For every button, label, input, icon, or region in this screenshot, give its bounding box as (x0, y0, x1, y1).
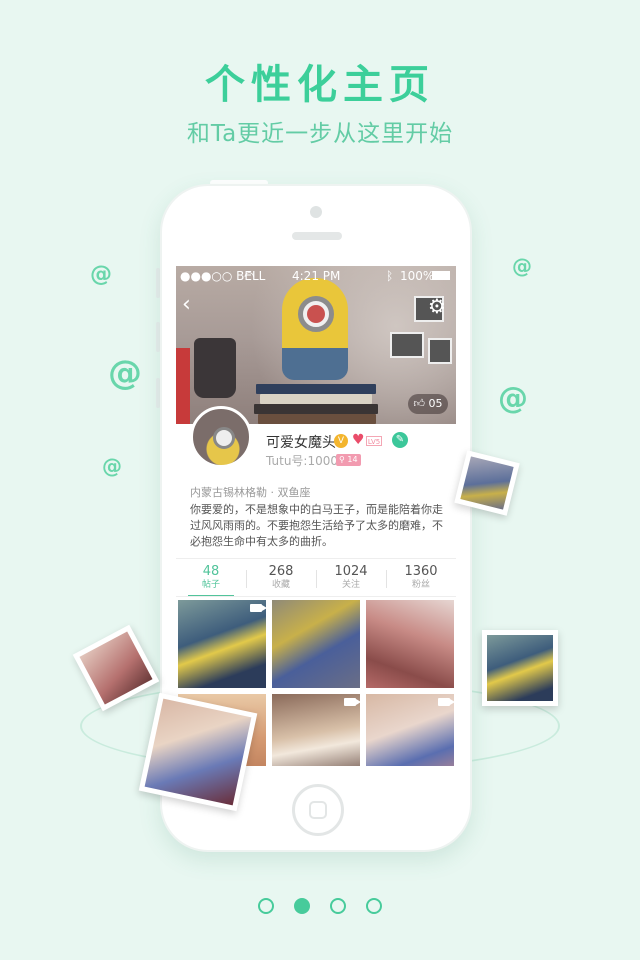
profile-place: 内蒙古锡林格勒 · 双鱼座 (190, 486, 311, 499)
cover-decor (256, 384, 376, 394)
cover-decor (260, 394, 372, 404)
cover-decor (176, 348, 190, 424)
page-title: 个性化主页 (205, 62, 435, 108)
cover-decor (258, 414, 376, 424)
stat-posts[interactable]: 48 帖子 (176, 564, 246, 597)
thumbs-up-icon: 👍︎ (413, 397, 426, 410)
video-icon (250, 604, 266, 612)
stat-following[interactable]: 1024 关注 (316, 564, 386, 596)
photo-image (487, 635, 553, 701)
floating-photo (482, 630, 558, 706)
stat-label: 收藏 (271, 580, 290, 590)
page-dot[interactable] (366, 898, 382, 914)
location-badge-count: 14 (347, 455, 358, 464)
status-bar: ●●●○○ BELL ◠ 4:21 PM ᛒ 100% (176, 266, 456, 286)
pencil-icon: ✎ (395, 434, 405, 445)
page-indicator (0, 898, 640, 914)
swirl-decoration: @ (512, 254, 532, 278)
stat-label: 帖子 (201, 580, 220, 590)
video-icon (438, 698, 454, 706)
like-button[interactable]: 👍︎ 05 (408, 394, 448, 414)
cover-decor (254, 404, 378, 414)
swirl-decoration: @ (102, 454, 122, 478)
home-button[interactable] (292, 784, 344, 836)
phone-camera (310, 206, 322, 218)
wifi-icon: ◠ (244, 269, 255, 283)
profile-cover-image: ●●●○○ BELL ◠ 4:21 PM ᛒ 100% ‹ ⚙ 👍︎ 05 (176, 266, 456, 424)
floating-photo (138, 692, 258, 812)
profile-name: 可爱女魔头 (266, 435, 336, 451)
stat-number: 1024 (334, 564, 368, 579)
post-thumbnail[interactable] (178, 600, 266, 688)
phone-speaker (292, 232, 342, 240)
stat-label: 关注 (341, 580, 360, 590)
location-badge: ⚲ 14 (336, 454, 361, 466)
swirl-decoration: @ (108, 353, 142, 393)
phone-screen: ●●●○○ BELL ◠ 4:21 PM ᛒ 100% ‹ ⚙ 👍︎ 05 可爱… (176, 266, 456, 766)
stat-number: 1360 (404, 564, 438, 579)
stat-followers[interactable]: 1360 粉丝 (386, 564, 456, 596)
cover-decor (194, 338, 236, 398)
divider (176, 596, 456, 597)
swirl-decoration: @ (90, 262, 112, 287)
bluetooth-icon: ᛒ (386, 269, 394, 283)
cover-minion (307, 305, 325, 323)
photo-image (460, 456, 514, 510)
post-thumbnail[interactable] (366, 694, 454, 766)
status-time: 4:21 PM (292, 269, 341, 283)
like-count: 05 (428, 397, 443, 410)
stats-bar: 48 帖子 268 收藏 1024 关注 1360 粉丝 (176, 564, 456, 597)
page-dot-active[interactable] (294, 898, 310, 914)
post-thumbnail[interactable] (272, 694, 360, 766)
photo-image (79, 631, 153, 705)
avatar[interactable] (190, 406, 252, 468)
stat-favorites[interactable]: 268 收藏 (246, 564, 316, 596)
back-icon[interactable]: ‹ (182, 292, 191, 317)
post-thumbnail[interactable] (366, 600, 454, 688)
stat-number: 48 (202, 564, 220, 579)
cover-decor (428, 338, 452, 364)
level-badge: LV5 (366, 436, 382, 446)
page-subtitle: 和Ta更近一步从这里开始 (186, 121, 454, 147)
battery-icon (432, 271, 450, 280)
stat-number: 268 (268, 564, 294, 579)
profile-bio: 你要爱的，不是想象中的白马王子，而是能陪着你走过风风雨雨的。不要抱怨生活给予了太… (190, 503, 443, 548)
post-thumbnail[interactable] (272, 600, 360, 688)
heart-icon: ♥ (352, 432, 365, 448)
gear-icon[interactable]: ⚙ (428, 294, 446, 318)
video-icon (344, 698, 360, 706)
stat-label: 粉丝 (411, 580, 430, 590)
verified-badge: V (334, 434, 348, 448)
photo-image (144, 698, 252, 806)
swirl-decoration: @ (498, 381, 528, 416)
location-pin-icon: ⚲ (339, 455, 345, 464)
cover-minion (282, 348, 348, 380)
page-dot[interactable] (258, 898, 274, 914)
edit-profile-button[interactable]: ✎ (392, 432, 408, 448)
status-battery: 100% (400, 269, 435, 283)
cover-decor (390, 332, 424, 358)
divider (176, 558, 456, 559)
page-dot[interactable] (330, 898, 346, 914)
